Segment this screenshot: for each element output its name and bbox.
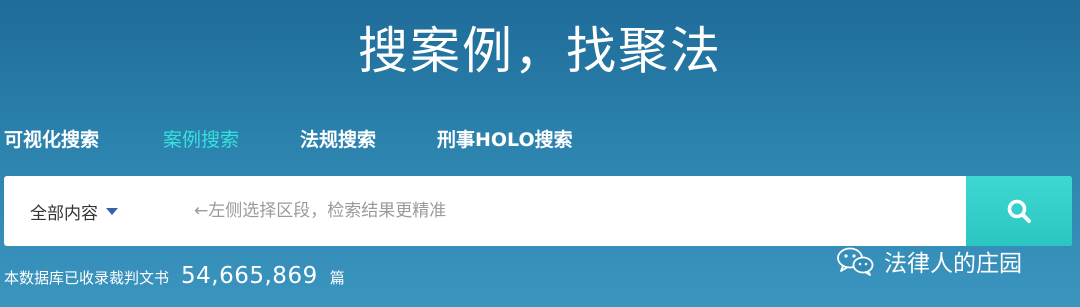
watermark-text: 法律人的庄园 bbox=[884, 251, 1022, 277]
scope-label: 全部内容 bbox=[30, 203, 98, 224]
tab-case-search[interactable]: 案例搜索 bbox=[163, 124, 239, 156]
search-icon bbox=[1007, 199, 1031, 223]
tab-regulation-search[interactable]: 法规搜索 bbox=[300, 124, 376, 156]
stats-count: 54,665,869 bbox=[181, 263, 318, 289]
caret-down-icon bbox=[106, 207, 118, 215]
tab-criminal-holo-search[interactable]: 刑事HOLO搜索 bbox=[437, 124, 573, 156]
stats-label: 本数据库已收录裁判文书 bbox=[4, 269, 170, 287]
search-bar: 全部内容 bbox=[4, 176, 1072, 246]
search-input[interactable] bbox=[194, 191, 954, 231]
search-button[interactable] bbox=[966, 176, 1072, 246]
stats-unit: 篇 bbox=[329, 269, 345, 287]
tab-visual-search[interactable]: 可视化搜索 bbox=[4, 124, 99, 156]
document-count: 本数据库已收录裁判文书 54,665,869 篇 bbox=[4, 263, 345, 299]
scope-dropdown[interactable]: 全部内容 bbox=[30, 176, 118, 246]
wechat-icon bbox=[837, 247, 874, 276]
page-title: 搜案例，找聚法 bbox=[358, 22, 722, 80]
watermark: 法律人的庄园 bbox=[836, 241, 1022, 281]
